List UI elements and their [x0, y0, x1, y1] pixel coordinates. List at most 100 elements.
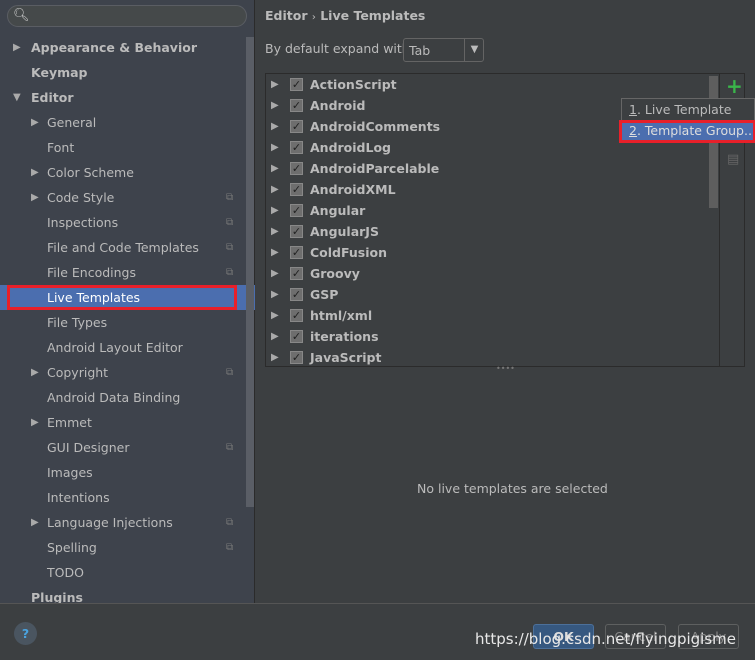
breadcrumb: Editor › Live Templates: [265, 8, 425, 23]
project-scope-icon: ⧉: [226, 267, 234, 278]
checkbox[interactable]: ✓: [290, 204, 303, 217]
checkbox[interactable]: ✓: [290, 267, 303, 280]
add-icon[interactable]: +: [726, 74, 743, 98]
chevron-right-icon[interactable]: ▶: [271, 347, 279, 366]
sidebar-item-label: File and Code Templates: [47, 240, 199, 255]
sidebar-item-label: Editor: [31, 90, 74, 105]
sidebar-item-label: Font: [47, 140, 75, 155]
chevron-right-icon[interactable]: ▶: [31, 110, 39, 135]
chevron-right-icon[interactable]: ▶: [271, 305, 279, 326]
template-group-label: Angular: [310, 203, 366, 218]
chevron-right-icon[interactable]: ▶: [271, 326, 279, 347]
chevron-right-icon[interactable]: ▶: [31, 410, 39, 435]
breadcrumb-parent[interactable]: Editor: [265, 8, 308, 23]
sidebar-item-label: Spelling: [47, 540, 97, 555]
project-scope-icon: ⧉: [226, 242, 234, 253]
chevron-right-icon[interactable]: ▶: [271, 200, 279, 221]
chevron-right-icon[interactable]: ▶: [31, 360, 39, 385]
sidebar-item-font[interactable]: Font: [0, 135, 246, 160]
sidebar-item-language-injections[interactable]: ▶ Language Injections ⧉: [0, 510, 246, 535]
template-group-label: Android: [310, 98, 366, 113]
checkbox[interactable]: ✓: [290, 309, 303, 322]
sidebar-item-label: Intentions: [47, 490, 110, 505]
sidebar-item-file-types[interactable]: File Types: [0, 310, 246, 335]
chevron-right-icon[interactable]: ▶: [271, 95, 279, 116]
sidebar-item-label: File Types: [47, 315, 108, 330]
copy-document-icon[interactable]: ▤: [727, 152, 739, 167]
sidebar-item-code-style[interactable]: ▶ Code Style ⧉: [0, 185, 246, 210]
sidebar-item-live-templates[interactable]: Live Templates: [0, 285, 255, 310]
chevron-right-icon[interactable]: ▶: [271, 263, 279, 284]
expand-with-select[interactable]: Tab ▼: [403, 38, 484, 62]
chevron-right-icon[interactable]: ▶: [271, 284, 279, 305]
template-group-label: iterations: [310, 329, 379, 344]
sidebar-item-label: Inspections: [47, 215, 119, 230]
sidebar-item-inspections[interactable]: Inspections ⧉: [0, 210, 246, 235]
chevron-down-icon[interactable]: ▼: [464, 39, 484, 61]
sidebar-item-spelling[interactable]: Spelling ⧉: [0, 535, 246, 560]
sidebar-item-android-data-binding[interactable]: Android Data Binding: [0, 385, 246, 410]
chevron-right-icon[interactable]: ▶: [271, 137, 279, 158]
checkbox[interactable]: ✓: [290, 246, 303, 259]
project-scope-icon: ⧉: [226, 217, 234, 228]
template-group-label: AndroidComments: [310, 119, 441, 134]
chevron-right-icon[interactable]: ▶: [13, 35, 21, 60]
live-templates-panel: Editor › Live Templates By default expan…: [256, 0, 755, 603]
chevron-right-icon[interactable]: ▶: [271, 74, 279, 95]
template-group-label: ActionScript: [310, 77, 397, 92]
checkbox[interactable]: ✓: [290, 141, 303, 154]
checkbox[interactable]: ✓: [290, 225, 303, 238]
breadcrumb-separator: ›: [311, 12, 316, 23]
chevron-right-icon[interactable]: ▶: [31, 160, 39, 185]
checkbox[interactable]: ✓: [290, 351, 303, 364]
sidebar-item-emmet[interactable]: ▶ Emmet: [0, 410, 246, 435]
sidebar-item-keymap[interactable]: Keymap: [0, 60, 246, 85]
sidebar-item-label: Images: [47, 465, 93, 480]
chevron-down-icon[interactable]: ▼: [13, 85, 21, 110]
sidebar-item-appearance-behavior[interactable]: ▶ Appearance & Behavior: [0, 35, 246, 60]
sidebar-item-file-encodings[interactable]: File Encodings ⧉: [0, 260, 246, 285]
sidebar-item-editor[interactable]: ▼ Editor: [0, 85, 246, 110]
checkbox[interactable]: ✓: [290, 99, 303, 112]
chevron-right-icon[interactable]: ▶: [271, 221, 279, 242]
sidebar-item-images[interactable]: Images: [0, 460, 246, 485]
chevron-right-icon[interactable]: ▶: [31, 510, 39, 535]
checkbox[interactable]: ✓: [290, 183, 303, 196]
watermark: https://blog.csdn.net/flyingpigisme: [475, 630, 737, 648]
sidebar-item-label: Appearance & Behavior: [31, 40, 197, 55]
sidebar-item-label: Live Templates: [47, 290, 141, 305]
sidebar-item-color-scheme[interactable]: ▶ Color Scheme: [0, 160, 246, 185]
splitter-grip[interactable]: ••••: [496, 364, 515, 373]
chevron-right-icon[interactable]: ▶: [271, 158, 279, 179]
chevron-right-icon[interactable]: ▶: [271, 116, 279, 137]
sidebar-item-gui-designer[interactable]: GUI Designer ⧉: [0, 435, 246, 460]
template-group-label: Groovy: [310, 266, 360, 281]
search-input[interactable]: 🔍︎: [7, 5, 247, 27]
sidebar-item-label: File Encodings: [47, 265, 137, 280]
checkbox[interactable]: ✓: [290, 330, 303, 343]
sidebar-item-label: Color Scheme: [47, 165, 134, 180]
checkbox[interactable]: ✓: [290, 78, 303, 91]
menu-label: . Live Template: [636, 102, 732, 117]
menu-item-template-group[interactable]: 2. Template Group...: [619, 120, 755, 143]
sidebar-item-file-and-code-templates[interactable]: File and Code Templates ⧉: [0, 235, 246, 260]
chevron-right-icon[interactable]: ▶: [271, 179, 279, 200]
add-popup-menu: 1. Live Template 2. Template Group...: [619, 98, 755, 143]
sidebar-item-copyright[interactable]: ▶ Copyright ⧉: [0, 360, 246, 385]
template-group-label: AndroidLog: [310, 140, 392, 155]
checkbox[interactable]: ✓: [290, 162, 303, 175]
mnemonic: 1: [629, 102, 637, 117]
chevron-right-icon[interactable]: ▶: [271, 242, 279, 263]
sidebar-scrollbar[interactable]: [246, 37, 254, 507]
sidebar-item-android-layout-editor[interactable]: Android Layout Editor: [0, 335, 246, 360]
help-button[interactable]: ?: [14, 622, 37, 645]
checkbox[interactable]: ✓: [290, 288, 303, 301]
sidebar-item-intentions[interactable]: Intentions: [0, 485, 246, 510]
chevron-right-icon[interactable]: ▶: [31, 185, 39, 210]
project-scope-icon: ⧉: [226, 367, 234, 378]
highlight-box: [619, 120, 755, 143]
checkbox[interactable]: ✓: [290, 120, 303, 133]
sidebar-item-todo[interactable]: TODO: [0, 560, 246, 585]
menu-item-live-template[interactable]: 1. Live Template: [622, 100, 755, 120]
sidebar-item-general[interactable]: ▶ General: [0, 110, 246, 135]
